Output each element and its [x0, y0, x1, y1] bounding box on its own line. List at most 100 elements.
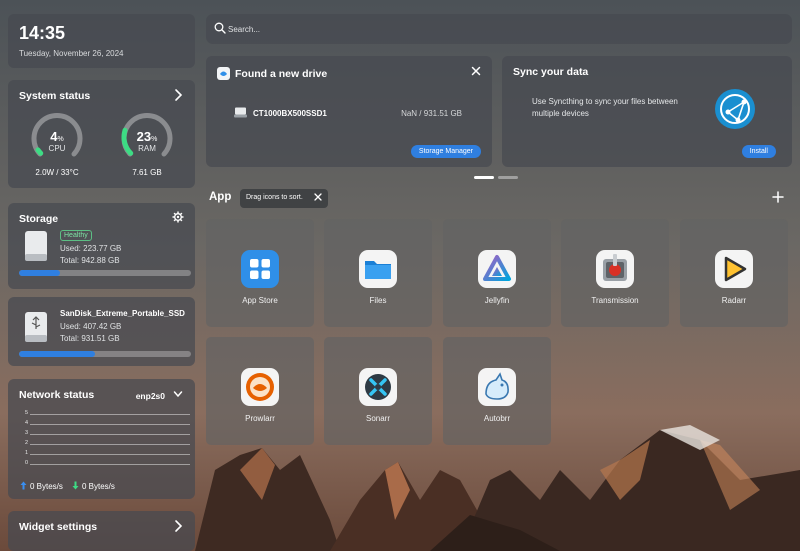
ram-percent: 23% — [136, 129, 158, 144]
new-drive-title: Found a new drive — [235, 68, 328, 80]
usb-drive-icon — [25, 312, 47, 342]
network-status-title: Network status — [19, 389, 95, 401]
app-tile-sonarr[interactable]: Sonarr — [324, 337, 432, 445]
external-drive-total: Total: 931.51 GB — [60, 334, 120, 343]
ram-label: RAM — [138, 144, 156, 153]
hard-drive-icon — [25, 231, 47, 261]
external-drive-usage-fill — [19, 351, 95, 357]
app-name: App Store — [242, 296, 278, 305]
external-drive-used: Used: 407.42 GB — [60, 322, 122, 331]
upload-rate: 0 Bytes/s — [30, 482, 63, 491]
new-drive-name: CT1000BX500SSD1 — [253, 109, 327, 118]
clock-date: Tuesday, November 26, 2024 — [19, 49, 124, 58]
network-graph-gridline — [30, 464, 190, 465]
chevron-right-icon — [175, 520, 183, 532]
app-tile-app-store[interactable]: App Store — [206, 219, 314, 327]
storage-usage-bar — [19, 270, 191, 276]
app-name: Files — [369, 296, 387, 305]
sync-title: Sync your data — [513, 66, 589, 78]
network-graph-gridline — [30, 434, 190, 435]
app-name: Sonarr — [365, 414, 390, 423]
network-graph-axis-label: 4 — [25, 420, 29, 426]
transmission-icon — [596, 250, 634, 288]
storage-widget[interactable]: Storage Healthy Used: 223.77 GB Total: 9… — [8, 203, 195, 289]
network-graph-axis-label: 3 — [25, 430, 29, 436]
download-arrow-icon — [72, 481, 79, 490]
syncthing-icon — [715, 89, 755, 129]
app-tile-radarr[interactable]: Radarr — [680, 219, 788, 327]
network-status-widget[interactable]: Network status enp2s0 5 4 3 2 1 0 0 Bytes/s 0… — [8, 379, 195, 499]
network-graph-gridline — [30, 454, 190, 455]
status-badge: Healthy — [60, 230, 92, 241]
external-drive-widget[interactable]: SanDisk_Extreme_Portable_SSD Used: 407.4… — [8, 297, 195, 366]
add-app-icon[interactable] — [772, 191, 784, 203]
storage-used: Used: 223.77 GB — [60, 244, 122, 253]
prowlarr-icon — [241, 368, 279, 406]
system-status-title: System status — [19, 90, 91, 102]
storage-manager-button[interactable]: Storage Manager — [410, 145, 481, 158]
cpu-percent: 4% — [50, 129, 64, 144]
network-graph-axis-label: 0 — [25, 460, 29, 466]
drive-icon — [234, 107, 247, 118]
storage-manager-icon — [217, 67, 230, 80]
sync-card: Sync your data Use Syncthing to sync you… — [502, 56, 792, 167]
install-button[interactable]: Install — [741, 145, 776, 158]
new-drive-card: Found a new drive CT1000BX500SSD1 NaN / … — [206, 56, 492, 167]
storage-title: Storage — [19, 213, 59, 225]
clock-time: 14:35 — [19, 23, 66, 43]
app-tile-jellyfin[interactable]: Jellyfin — [443, 219, 551, 327]
search-bar[interactable] — [206, 14, 792, 44]
network-graph-gridline — [30, 424, 190, 425]
app-tile-prowlarr[interactable]: Prowlarr — [206, 337, 314, 445]
files-icon — [359, 250, 397, 288]
carousel-dot-active[interactable] — [474, 176, 494, 179]
network-graph-axis-label: 5 — [25, 410, 29, 416]
external-drive-name: SanDisk_Extreme_Portable_SSD — [60, 309, 185, 318]
search-icon — [214, 22, 226, 34]
chevron-right-icon[interactable] — [173, 88, 183, 102]
network-graph-gridline — [30, 444, 190, 445]
sort-hint-text: Drag icons to sort. — [246, 194, 303, 201]
autobrr-icon — [478, 368, 516, 406]
search-input[interactable] — [228, 21, 628, 37]
app-section-title: App — [209, 191, 232, 203]
network-graph-axis-label: 2 — [25, 440, 29, 446]
app-name: Autobrr — [483, 414, 511, 423]
cpu-detail: 2.0W / 33°C — [35, 168, 79, 177]
new-drive-size: NaN / 931.51 GB — [401, 109, 462, 118]
app-name: Jellyfin — [484, 296, 510, 305]
widget-settings-button[interactable]: Widget settings — [8, 511, 195, 551]
cpu-label: CPU — [48, 144, 66, 153]
close-icon[interactable] — [314, 193, 322, 201]
external-drive-usage-bar — [19, 351, 191, 357]
ram-detail: 7.61 GB — [132, 168, 162, 177]
storage-total: Total: 942.88 GB — [60, 256, 120, 265]
sort-hint-tooltip: Drag icons to sort. — [240, 189, 328, 208]
app-name: Radarr — [721, 296, 747, 305]
storage-usage-fill — [19, 270, 61, 276]
jellyfin-icon — [478, 250, 516, 288]
clock-widget: 14:35 Tuesday, November 26, 2024 — [8, 14, 195, 68]
radarr-icon — [715, 250, 753, 288]
network-graph-axis-label: 1 — [25, 450, 29, 456]
close-icon[interactable] — [471, 66, 481, 76]
network-interface-select[interactable]: enp2s0 — [136, 391, 165, 401]
sync-description: Use Syncthing to sync your files between… — [532, 97, 678, 118]
chevron-down-icon[interactable] — [173, 389, 183, 399]
app-tile-autobrr[interactable]: Autobrr — [443, 337, 551, 445]
app-store-icon — [241, 250, 279, 288]
ram-gauge: 23% RAM — [120, 110, 174, 164]
gear-icon[interactable] — [172, 211, 184, 223]
carousel-dot[interactable] — [498, 176, 518, 179]
app-tile-files[interactable]: Files — [324, 219, 432, 327]
app-name: Transmission — [591, 296, 639, 305]
upload-arrow-icon — [20, 481, 27, 490]
download-rate: 0 Bytes/s — [82, 482, 115, 491]
widget-settings-label: Widget settings — [19, 521, 98, 533]
app-tile-transmission[interactable]: Transmission — [561, 219, 669, 327]
app-name: Prowlarr — [245, 414, 275, 423]
network-graph-gridline — [30, 414, 190, 415]
cpu-gauge: 4% CPU — [30, 110, 84, 164]
sonarr-icon — [359, 368, 397, 406]
system-status-widget[interactable]: System status 4% CPU 2.0W / 33°C 23% RAM… — [8, 80, 195, 188]
